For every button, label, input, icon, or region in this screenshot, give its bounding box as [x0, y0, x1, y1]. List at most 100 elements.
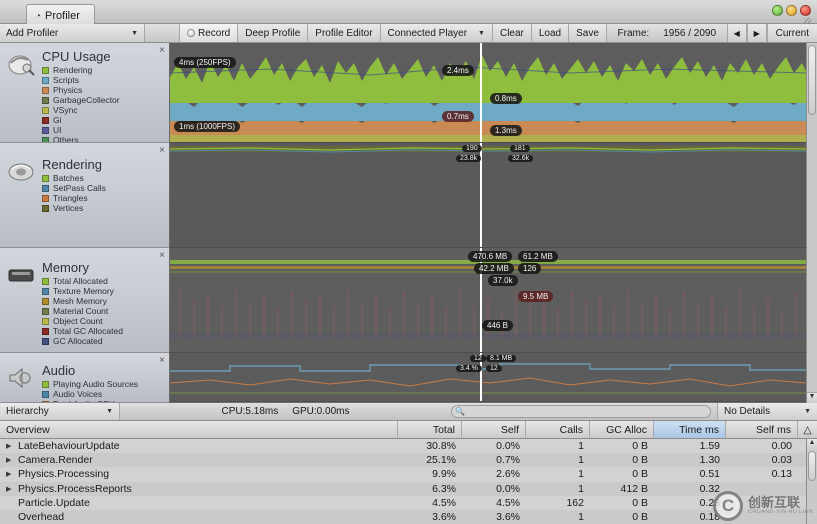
- list-item[interactable]: Audio Voices: [42, 389, 138, 399]
- list-item[interactable]: Vertices: [42, 203, 106, 213]
- resize-grip[interactable]: [804, 18, 811, 23]
- swatch-icon: [42, 204, 49, 212]
- chart-rendering[interactable]: 190 23.8k 181 32.6k: [170, 143, 817, 248]
- tab-profiler[interactable]: ◔ Profiler: [26, 4, 95, 24]
- record-button[interactable]: Record: [180, 24, 239, 42]
- column-header-gc-alloc[interactable]: GC Alloc: [590, 421, 654, 438]
- cell-calls: 1: [578, 454, 584, 467]
- table-row[interactable]: ▶ Physics.Processing 9.9% 2.6% 1 0 B 0.51…: [0, 467, 817, 482]
- cell-self: 3.6%: [496, 511, 520, 524]
- add-profiler-dropdown[interactable]: Add Profiler ▼: [0, 24, 145, 42]
- cell-calls: 162: [566, 496, 584, 509]
- list-item[interactable]: Playing Audio Sources: [42, 379, 138, 389]
- maximize-button[interactable]: [786, 5, 797, 16]
- charts-scrollbar-thumb[interactable]: [808, 45, 816, 115]
- legend-label: Audio Voices: [53, 389, 103, 399]
- cell-gc-alloc: 0 B: [632, 511, 648, 524]
- column-header-self[interactable]: Self: [462, 421, 526, 438]
- swatch-icon: [42, 96, 49, 104]
- list-item[interactable]: Physics: [42, 85, 120, 95]
- chart-cpu-usage[interactable]: 4ms (250FPS) 1ms (1000FPS) 2.4ms 0.8ms 0…: [170, 43, 817, 143]
- title-bar: ◔ Profiler: [0, 0, 817, 24]
- frame-playhead[interactable]: [480, 43, 482, 142]
- list-item[interactable]: Gi: [42, 115, 120, 125]
- table-row[interactable]: ▶ Physics.ProcessReports 6.3% 0.0% 1 412 …: [0, 481, 817, 496]
- table-row[interactable]: ▶Particle.Update 4.5% 4.5% 162 0 B 0.23: [0, 495, 817, 510]
- list-item[interactable]: Rendering: [42, 65, 120, 75]
- legend-panel-memory[interactable]: × Memory Total Allocated Texture Memory …: [0, 248, 169, 353]
- legend-panel-cpu-usage[interactable]: × CPU Usage Rendering Scripts Physics Ga…: [0, 43, 169, 143]
- close-icon[interactable]: ×: [159, 355, 165, 366]
- chart-memory[interactable]: 470.6 MB 42.2 MB 37.0k 446 B 61.2 MB 126…: [170, 248, 817, 353]
- view-mode-label: Hierarchy: [6, 406, 49, 417]
- list-item[interactable]: Mesh Memory: [42, 296, 123, 306]
- column-header-overview[interactable]: Overview: [0, 421, 398, 438]
- row-name: Camera.Render: [18, 454, 93, 467]
- list-item[interactable]: UI: [42, 125, 120, 135]
- cell-gc-alloc: 0 B: [632, 440, 648, 453]
- profile-editor-button[interactable]: Profile Editor: [308, 24, 381, 42]
- list-item[interactable]: Others: [42, 135, 120, 142]
- table-row[interactable]: ▶ LateBehaviourUpdate 30.8% 0.0% 1 0 B 1.…: [0, 439, 817, 454]
- close-button[interactable]: [800, 5, 811, 16]
- list-item[interactable]: Object Count: [42, 316, 123, 326]
- minimize-button[interactable]: [772, 5, 783, 16]
- next-frame-button[interactable]: ▶: [746, 24, 767, 42]
- close-icon[interactable]: ×: [159, 45, 165, 56]
- list-item[interactable]: Batches: [42, 173, 106, 183]
- expand-triangle-icon[interactable]: ▶: [6, 442, 13, 450]
- table-row[interactable]: ▶Overhead 3.6% 3.6% 1 0 B 0.18: [0, 509, 817, 524]
- charts-scrollbar[interactable]: ▼: [806, 43, 817, 403]
- load-button[interactable]: Load: [531, 24, 570, 42]
- list-item[interactable]: VSync: [42, 105, 120, 115]
- current-frame-button[interactable]: Current: [766, 24, 817, 42]
- scroll-up-icon[interactable]: ▲: [807, 439, 817, 450]
- cell-time-ms: 1.59: [699, 440, 720, 453]
- chart-plot-column: 4ms (250FPS) 1ms (1000FPS) 2.4ms 0.8ms 0…: [170, 43, 817, 403]
- memory-value-label: 9.5 MB: [518, 291, 554, 302]
- list-item[interactable]: Total Allocated: [42, 276, 123, 286]
- cell-calls: 1: [578, 468, 584, 481]
- details-mode-dropdown[interactable]: No Details ▼: [717, 403, 817, 420]
- swatch-icon: [42, 277, 49, 285]
- list-item[interactable]: GarbageCollector: [42, 95, 120, 105]
- expand-triangle-icon[interactable]: ▶: [6, 456, 13, 464]
- close-icon[interactable]: ×: [159, 250, 165, 261]
- column-header-total[interactable]: Total: [398, 421, 462, 438]
- table-scrollbar-thumb[interactable]: [808, 451, 816, 481]
- list-item[interactable]: Triangles: [42, 193, 106, 203]
- search-input[interactable]: [451, 405, 711, 418]
- chart-audio[interactable]: 12 3.4 % 8.1 MB 12: [170, 353, 817, 402]
- list-item[interactable]: Total GC Allocated: [42, 326, 123, 336]
- swatch-icon: [42, 86, 49, 94]
- sort-indicator-icon[interactable]: △: [798, 421, 817, 438]
- list-item[interactable]: GC Allocated: [42, 336, 123, 346]
- cpu-value-label: 1.3ms: [490, 125, 522, 136]
- list-item[interactable]: Texture Memory: [42, 286, 123, 296]
- save-button[interactable]: Save: [569, 24, 607, 42]
- audio-value-label: 12: [470, 355, 486, 362]
- expand-triangle-icon[interactable]: ▶: [6, 470, 13, 478]
- column-header-calls[interactable]: Calls: [526, 421, 590, 438]
- column-header-time-ms[interactable]: Time ms: [654, 421, 726, 438]
- table-row[interactable]: ▶ Camera.Render 25.1% 0.7% 1 0 B 1.30 0.0…: [0, 453, 817, 468]
- expand-triangle-icon[interactable]: ▶: [6, 485, 13, 493]
- list-item[interactable]: SetPass Calls: [42, 183, 106, 193]
- list-item[interactable]: Material Count: [42, 306, 123, 316]
- column-header-self-ms[interactable]: Self ms: [726, 421, 798, 438]
- view-mode-dropdown[interactable]: Hierarchy ▼: [0, 403, 120, 420]
- scroll-down-icon[interactable]: ▼: [807, 392, 817, 403]
- prev-frame-button[interactable]: ◀: [726, 24, 747, 42]
- close-icon[interactable]: ×: [159, 145, 165, 156]
- list-item[interactable]: Scripts: [42, 75, 120, 85]
- audio-icon: [9, 367, 31, 389]
- legend-panel-rendering[interactable]: × Rendering Batches SetPass Calls Triang…: [0, 143, 169, 248]
- memory-icon: [8, 269, 34, 282]
- watermark-title: 创新互联: [748, 495, 801, 510]
- deep-profile-button[interactable]: Deep Profile: [238, 24, 309, 42]
- legend-label: Scripts: [53, 75, 79, 85]
- connected-player-dropdown[interactable]: Connected Player ▼: [380, 24, 493, 42]
- legend-panel-audio[interactable]: × Audio Playing Audio Sources Audio Voic…: [0, 353, 169, 403]
- clear-button[interactable]: Clear: [492, 24, 532, 42]
- legend-label: Triangles: [53, 193, 88, 203]
